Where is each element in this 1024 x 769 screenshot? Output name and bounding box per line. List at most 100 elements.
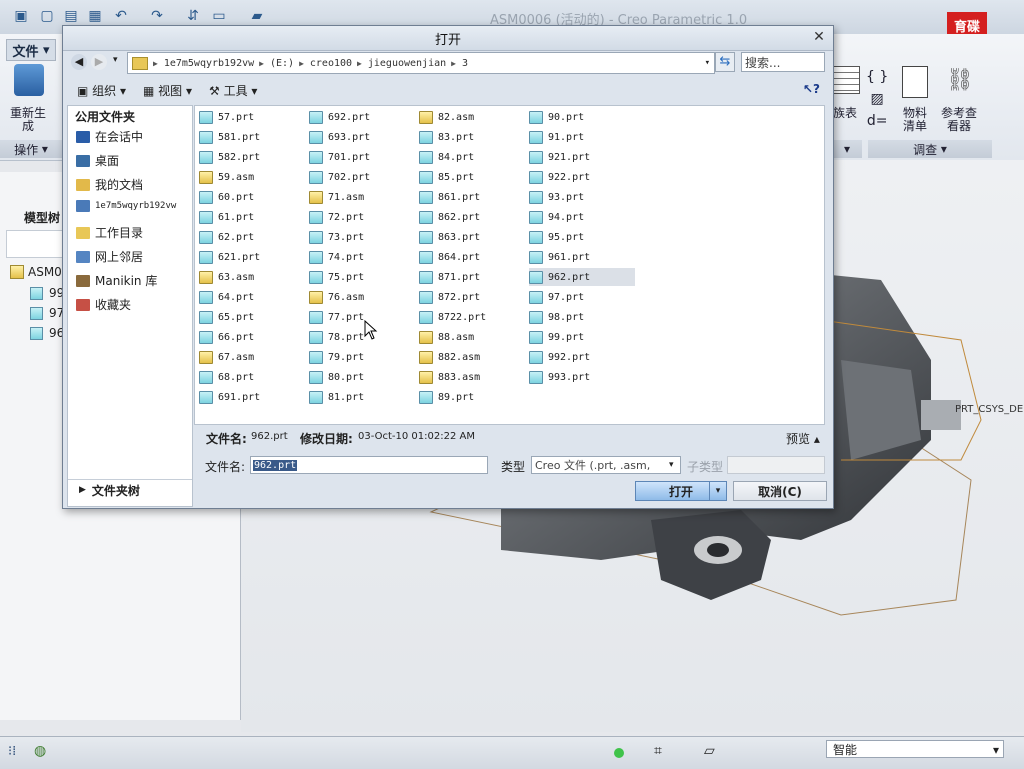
cancel-button[interactable]: 取消(C) xyxy=(733,481,827,501)
file-item[interactable]: 693.prt xyxy=(309,128,415,146)
file-item[interactable]: 63.asm xyxy=(199,268,305,286)
file-item[interactable]: 81.prt xyxy=(309,388,415,406)
search-input[interactable]: 搜索... xyxy=(741,52,825,72)
file-item[interactable]: 863.prt xyxy=(419,228,525,246)
file-item[interactable]: 73.prt xyxy=(309,228,415,246)
file-item[interactable]: 60.prt xyxy=(199,188,305,206)
subtype-select[interactable] xyxy=(727,456,825,474)
file-item[interactable]: 861.prt xyxy=(419,188,525,206)
relations-icon[interactable]: { } ▨ d= xyxy=(866,66,888,132)
nav-item[interactable]: 我的文档 xyxy=(76,176,143,193)
breadcrumb-item[interactable]: creo100 xyxy=(310,58,352,69)
type-chevron-icon[interactable]: ▾ xyxy=(669,456,681,474)
windows-icon[interactable]: ▭ xyxy=(210,7,228,25)
file-item[interactable]: 88.asm xyxy=(419,328,525,346)
help-pointer-icon[interactable]: ↖? xyxy=(803,82,820,96)
file-item[interactable]: 76.asm xyxy=(309,288,415,306)
open-options-icon[interactable]: ▾ xyxy=(709,482,726,500)
family-table-icon[interactable] xyxy=(832,66,860,94)
regenerate-big-icon[interactable] xyxy=(14,64,44,96)
nav-item[interactable]: 在会话中 xyxy=(76,128,143,145)
views-menu[interactable]: ▦ 视图 ▾ xyxy=(143,82,192,99)
file-item[interactable]: 78.prt xyxy=(309,328,415,346)
history-chevron-icon[interactable]: ▾ xyxy=(113,55,118,65)
file-item[interactable]: 68.prt xyxy=(199,368,305,386)
file-item[interactable]: 64.prt xyxy=(199,288,305,306)
family-table-label[interactable]: 族表 xyxy=(830,107,860,120)
close-icon[interactable]: ✕ xyxy=(811,29,827,45)
back-button[interactable]: ◀ xyxy=(71,54,87,70)
group-operations[interactable]: 操作 ▾ xyxy=(0,140,62,158)
file-item[interactable]: 961.prt xyxy=(529,248,635,266)
save-icon[interactable]: ▦ xyxy=(86,7,104,25)
open-icon[interactable]: ▤ xyxy=(62,7,80,25)
file-item[interactable]: 84.prt xyxy=(419,148,525,166)
file-item[interactable]: 882.asm xyxy=(419,348,525,366)
file-item[interactable]: 79.prt xyxy=(309,348,415,366)
redo-icon[interactable]: ↷ xyxy=(148,7,166,25)
file-item[interactable]: 77.prt xyxy=(309,308,415,326)
breadcrumb-item[interactable]: 1e7m5wqyrb192vw xyxy=(164,58,254,69)
file-item[interactable]: 65.prt xyxy=(199,308,305,326)
group-investigate[interactable]: 调查 ▾ xyxy=(868,140,992,158)
file-item[interactable]: 581.prt xyxy=(199,128,305,146)
group-chevron[interactable]: ▾ xyxy=(832,140,862,158)
file-item[interactable]: 871.prt xyxy=(419,268,525,286)
file-item[interactable]: 85.prt xyxy=(419,168,525,186)
filename-input[interactable]: 962.prt xyxy=(250,456,488,474)
undo-icon[interactable]: ↶ xyxy=(112,7,130,25)
file-item[interactable]: 992.prt xyxy=(529,348,635,366)
file-item[interactable]: 90.prt xyxy=(529,108,635,126)
nav-item[interactable]: 工作目录 xyxy=(76,224,143,241)
refresh-icon[interactable]: ⇆ xyxy=(715,52,735,72)
file-item[interactable]: 93.prt xyxy=(529,188,635,206)
nav-item[interactable]: Manikin 库 xyxy=(76,272,157,289)
address-bar[interactable]: ▶ 1e7m5wqyrb192vw ▶ (E:) ▶ creo100 ▶ jie… xyxy=(127,52,715,74)
preview-toggle[interactable]: 预览 ▴ xyxy=(786,430,820,447)
file-item[interactable]: 582.prt xyxy=(199,148,305,166)
file-item[interactable]: 80.prt xyxy=(309,368,415,386)
file-item[interactable]: 95.prt xyxy=(529,228,635,246)
file-item[interactable]: 922.prt xyxy=(529,168,635,186)
reference-viewer-icon[interactable]: ⛓ xyxy=(945,68,975,96)
tools-menu[interactable]: ⚒ 工具 ▾ xyxy=(209,82,257,99)
file-item[interactable]: 921.prt xyxy=(529,148,635,166)
address-dropdown-icon[interactable]: ▾ xyxy=(705,58,710,68)
file-item[interactable]: 62.prt xyxy=(199,228,305,246)
find-icon[interactable]: ⌗ xyxy=(654,743,662,759)
regenerate-icon[interactable]: ⇵ xyxy=(184,7,202,25)
new-icon[interactable]: ▢ xyxy=(38,7,56,25)
file-item[interactable]: 621.prt xyxy=(199,248,305,266)
file-item[interactable]: 98.prt xyxy=(529,308,635,326)
file-item[interactable]: 883.asm xyxy=(419,368,525,386)
file-menu-tab[interactable]: 文件 ▾ xyxy=(6,39,56,61)
regenerate-label[interactable]: 重新生 成 xyxy=(8,107,48,133)
file-item[interactable]: 67.asm xyxy=(199,348,305,366)
file-item[interactable]: 97.prt xyxy=(529,288,635,306)
nav-item[interactable]: 1e7m5wqyrb192vw xyxy=(76,200,176,212)
type-select[interactable]: Creo 文件 (.prt, .asm, xyxy=(531,456,681,474)
nav-item[interactable]: 收藏夹 xyxy=(76,296,131,313)
file-item[interactable]: 59.asm xyxy=(199,168,305,186)
tree-root[interactable]: ASM0 xyxy=(10,265,62,279)
bom-icon[interactable] xyxy=(902,66,928,98)
file-item[interactable]: 61.prt xyxy=(199,208,305,226)
nav-item[interactable]: 网上邻居 xyxy=(76,248,143,265)
file-item[interactable]: 57.prt xyxy=(199,108,305,126)
file-item[interactable]: 75.prt xyxy=(309,268,415,286)
selection-filter[interactable]: 智能 ▾ xyxy=(826,740,1004,758)
tree-item[interactable]: 97 xyxy=(30,306,64,320)
breadcrumb-item[interactable]: 3 xyxy=(462,58,468,69)
file-item[interactable]: 91.prt xyxy=(529,128,635,146)
breadcrumb-item[interactable]: (E:) xyxy=(270,58,294,69)
browser-toggle-icon[interactable]: ◍ xyxy=(34,743,46,759)
folder-tree-toggle[interactable]: ▶ 文件夹树 xyxy=(67,478,191,502)
file-item[interactable]: 89.prt xyxy=(419,388,525,406)
file-item[interactable]: 74.prt xyxy=(309,248,415,266)
bom-label[interactable]: 物料 清单 xyxy=(897,107,933,133)
select-box-icon[interactable]: ▱ xyxy=(704,743,715,759)
file-item[interactable]: 862.prt xyxy=(419,208,525,226)
ref-viewer-label[interactable]: 参考查 看器 xyxy=(936,107,982,133)
organize-menu[interactable]: ▣ 组织 ▾ xyxy=(77,82,126,99)
model-tree-filter[interactable] xyxy=(6,230,64,258)
